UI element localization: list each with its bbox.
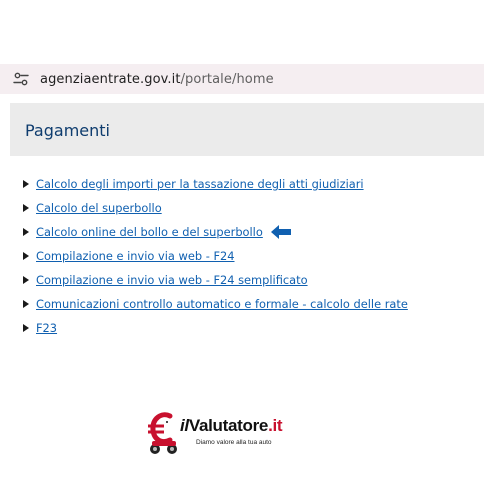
- logo-tagline: Diamo valore alla tua auto: [196, 439, 272, 446]
- bullet-triangle-icon: [23, 300, 29, 308]
- page: agenziaentrate.gov.it/portale/home Pagam…: [0, 0, 484, 484]
- bullet-triangle-icon: [23, 276, 29, 284]
- section-header: Pagamenti: [10, 103, 484, 156]
- logo-name: Valutatore: [188, 416, 269, 435]
- ilvalutatore-logo: ilValutatore.it Diamo valore alla tua au…: [146, 410, 296, 458]
- tune-icon[interactable]: [12, 70, 30, 88]
- url-text[interactable]: agenziaentrate.gov.it/portale/home: [40, 72, 274, 87]
- bullet-triangle-icon: [23, 204, 29, 212]
- bullet-triangle-icon: [23, 228, 29, 236]
- link-compilazione-f24-semplificato[interactable]: Compilazione e invio via web - F24 sempl…: [36, 273, 308, 287]
- link-calcolo-superbollo[interactable]: Calcolo del superbollo: [36, 201, 162, 215]
- list-item: Compilazione e invio via web - F24: [22, 244, 408, 268]
- url-path: /portale/home: [180, 71, 274, 87]
- link-calcolo-online-bollo[interactable]: Calcolo online del bollo e del superboll…: [36, 225, 263, 239]
- list-item: Compilazione e invio via web - F24 sempl…: [22, 268, 408, 292]
- bullet-triangle-icon: [23, 252, 29, 260]
- address-bar[interactable]: agenziaentrate.gov.it/portale/home: [0, 64, 484, 94]
- list-item: Calcolo online del bollo e del superboll…: [22, 220, 408, 244]
- payments-link-list: Calcolo degli importi per la tassazione …: [22, 172, 408, 340]
- link-calcolo-importi-tassazione[interactable]: Calcolo degli importi per la tassazione …: [36, 177, 364, 191]
- logo-tld: .it: [268, 416, 283, 435]
- euro-car-mascot-icon: [148, 412, 177, 454]
- url-domain: agenziaentrate.gov.it: [40, 71, 181, 87]
- list-item: Calcolo del superbollo: [22, 196, 408, 220]
- left-arrow-icon: [270, 225, 291, 239]
- logo-prefix: il: [180, 416, 189, 435]
- list-item: F23: [22, 316, 408, 340]
- link-f23[interactable]: F23: [36, 321, 57, 335]
- link-compilazione-f24[interactable]: Compilazione e invio via web - F24: [36, 249, 235, 263]
- bullet-triangle-icon: [23, 324, 29, 332]
- section-title: Pagamenti: [25, 121, 110, 140]
- logo-wordmark: ilValutatore.it: [180, 416, 283, 436]
- list-item: Calcolo degli importi per la tassazione …: [22, 172, 408, 196]
- bullet-triangle-icon: [23, 180, 29, 188]
- list-item: Comunicazioni controllo automatico e for…: [22, 292, 408, 316]
- link-comunicazioni-controllo[interactable]: Comunicazioni controllo automatico e for…: [36, 297, 408, 311]
